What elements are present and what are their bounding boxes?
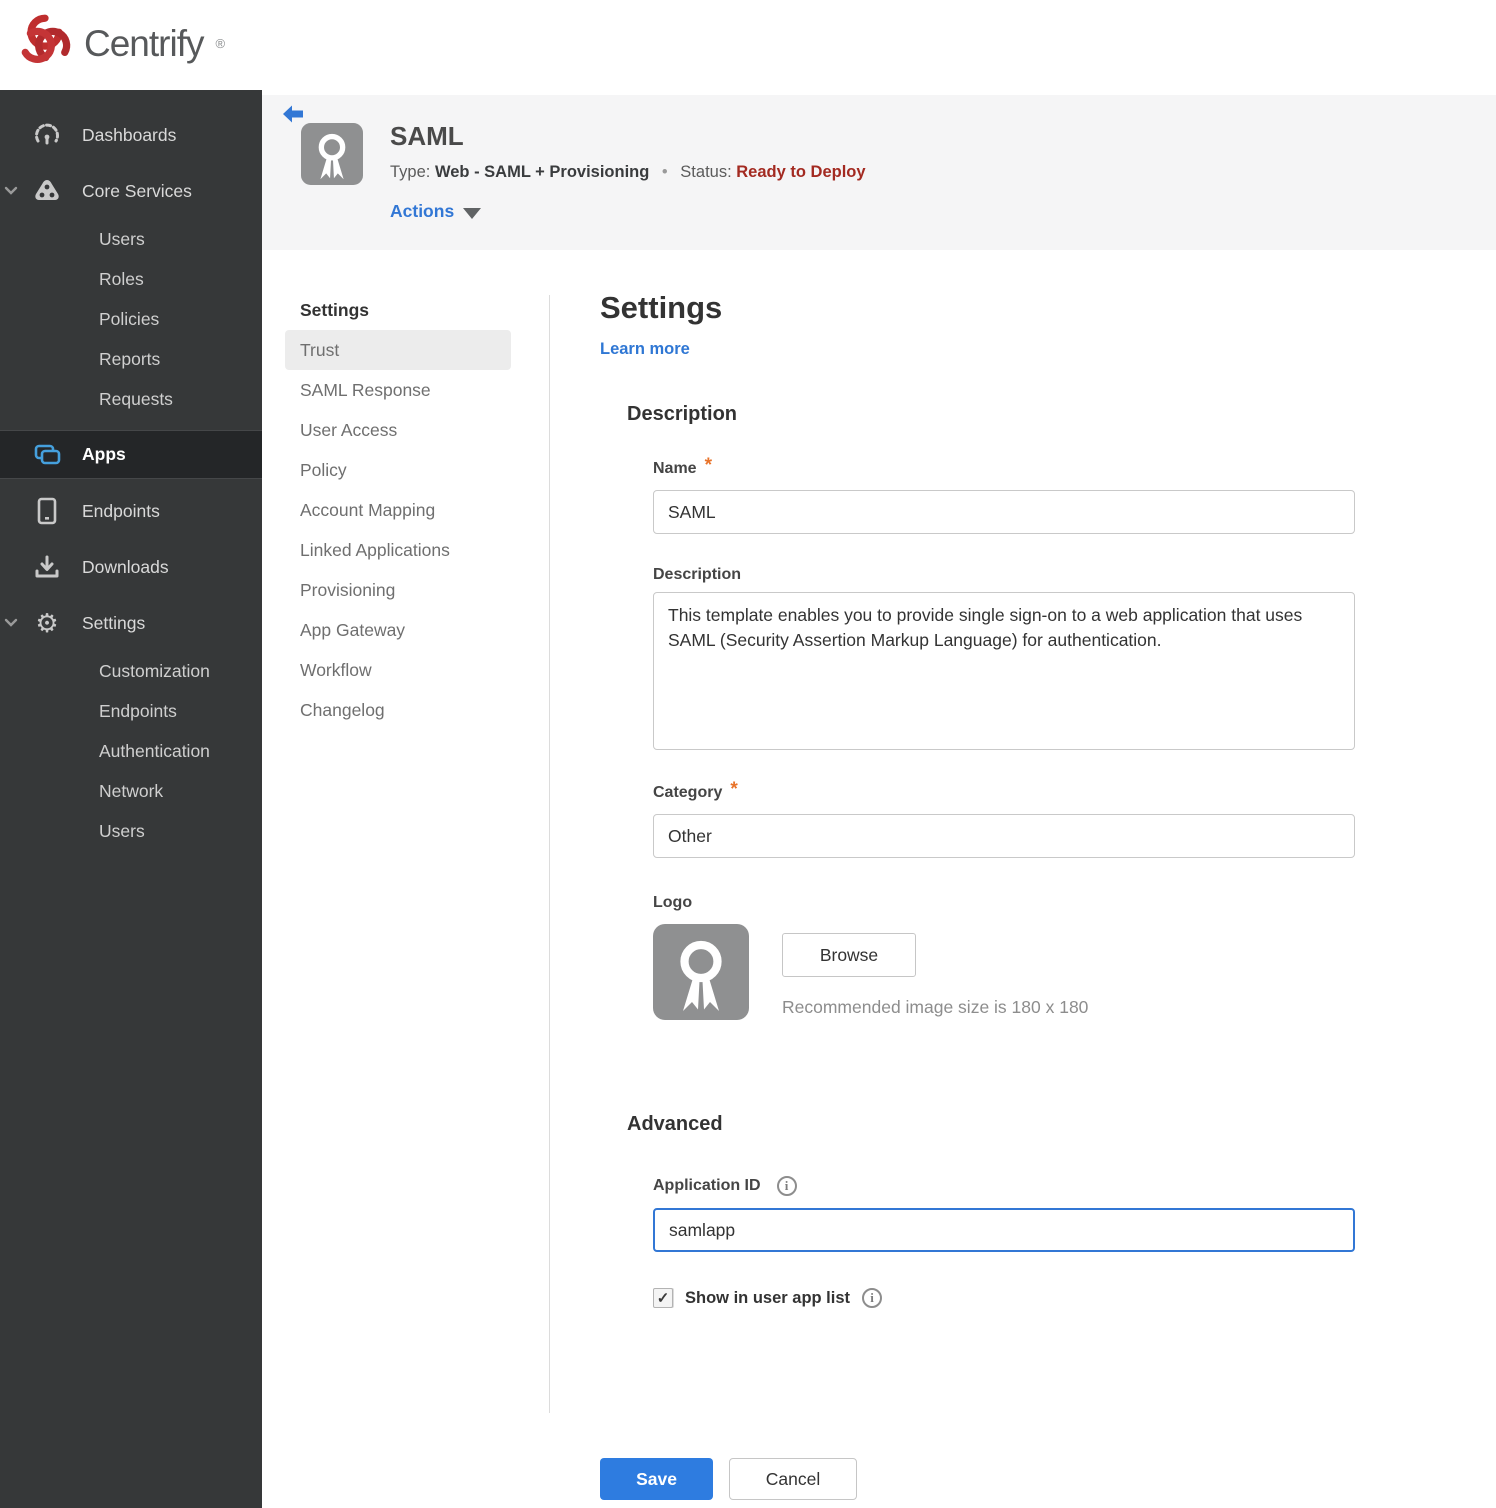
application-id-label: Application ID (653, 1177, 761, 1194)
actions-label: Actions (390, 201, 455, 221)
centrify-swirl-icon (16, 12, 74, 75)
centrify-logo[interactable]: Centrify ® (16, 12, 225, 75)
chevron-expanded-icon (4, 614, 18, 632)
type-value: Web - SAML + Provisioning (434, 163, 650, 181)
category-label: Category (653, 784, 723, 801)
apps-icon (32, 443, 62, 467)
subnav-item-provisioning[interactable]: Provisioning (285, 570, 511, 610)
subnav-item-saml-response[interactable]: SAML Response (285, 370, 511, 410)
cancel-button[interactable]: Cancel (729, 1458, 857, 1500)
subnav-item-user-access[interactable]: User Access (285, 410, 511, 450)
subnav-item-trust[interactable]: Trust (285, 330, 511, 370)
sidebar-item-apps[interactable]: Apps (0, 430, 262, 479)
app-badge-icon (301, 123, 363, 190)
brand-name: Centrify (84, 22, 204, 64)
page-title: Settings (600, 290, 723, 325)
settings-subnav: Settings Trust SAML Response User Access… (285, 290, 511, 730)
sidebar-item-requests[interactable]: Requests (0, 379, 262, 419)
subnav-item-app-gateway[interactable]: App Gateway (285, 610, 511, 650)
sidebar-item-label: Downloads (82, 556, 169, 577)
advanced-section-heading: Advanced (627, 1113, 723, 1135)
name-label: Name (653, 460, 697, 477)
logo-label: Logo (653, 894, 693, 911)
gauge-icon (32, 122, 62, 148)
centrify-admin-page: Centrify ® Dashboards Core Services User… (0, 0, 1496, 1508)
device-icon (32, 497, 62, 525)
sidebar-item-authentication[interactable]: Authentication (0, 731, 262, 771)
show-in-user-app-list-label: Show in user app list (685, 1288, 851, 1307)
learn-more-link[interactable]: Learn more (600, 340, 690, 359)
description-label: Description (653, 566, 742, 583)
subnav-item-policy[interactable]: Policy (285, 450, 511, 490)
browse-button[interactable]: Browse (782, 933, 916, 977)
sidebar-item-settings[interactable]: ⚙ Settings (0, 600, 262, 646)
sidebar-item-endpoints[interactable]: Endpoints (0, 488, 262, 534)
save-button[interactable]: Save (600, 1458, 713, 1500)
sidebar-item-settings-users[interactable]: Users (0, 811, 262, 851)
chevron-expanded-icon (4, 182, 18, 200)
application-id-field[interactable] (653, 1208, 1355, 1252)
info-icon[interactable]: i (776, 1176, 797, 1196)
subnav-item-account-mapping[interactable]: Account Mapping (285, 490, 511, 530)
recommended-size-text: Recommended image size is 180 x 180 (782, 997, 1089, 1017)
subnav-item-linked-applications[interactable]: Linked Applications (285, 530, 511, 570)
chevron-down-icon (463, 207, 482, 219)
sidebar: Dashboards Core Services Users Roles Pol… (0, 90, 262, 1508)
sidebar-item-label: Core Services (82, 180, 192, 201)
app-title: SAML (390, 121, 464, 151)
type-label: Type: (390, 163, 431, 181)
sidebar-item-label: Settings (82, 612, 146, 633)
download-icon (32, 554, 62, 580)
show-in-user-app-list-checkbox[interactable] (653, 1288, 673, 1308)
sidebar-item-label: Apps (82, 444, 126, 464)
sidebar-item-settings-endpoints[interactable]: Endpoints (0, 691, 262, 731)
category-field[interactable] (653, 814, 1355, 858)
actions-dropdown[interactable]: Actions (390, 201, 482, 222)
sidebar-item-core-services[interactable]: Core Services (0, 168, 262, 214)
sidebar-item-customization[interactable]: Customization (0, 651, 262, 691)
status-label: Status: (680, 163, 732, 181)
sidebar-item-dashboards[interactable]: Dashboards (0, 112, 262, 158)
app-meta: Type: Web - SAML + Provisioning • Status… (390, 163, 866, 182)
app-header: SAML Type: Web - SAML + Provisioning • S… (262, 95, 1496, 250)
gear-icon: ⚙ (35, 608, 59, 638)
name-field[interactable] (653, 490, 1355, 534)
sidebar-item-label: Dashboards (82, 124, 177, 145)
top-brand-bar: Centrify ® (0, 0, 1496, 90)
logo-preview-badge-icon (653, 924, 749, 1025)
status-value: Ready to Deploy (736, 163, 866, 181)
description-field[interactable]: This template enables you to provide sin… (653, 592, 1355, 750)
description-section-heading: Description (627, 403, 738, 425)
vertical-divider (549, 295, 550, 1413)
sidebar-item-roles[interactable]: Roles (0, 259, 262, 299)
sidebar-item-network[interactable]: Network (0, 771, 262, 811)
subnav-header: Settings (300, 299, 370, 320)
sidebar-item-downloads[interactable]: Downloads (0, 544, 262, 590)
core-services-icon (32, 178, 62, 204)
sidebar-item-policies[interactable]: Policies (0, 299, 262, 339)
sidebar-item-label: Endpoints (82, 500, 160, 521)
sidebar-item-users[interactable]: Users (0, 219, 262, 259)
subnav-item-changelog[interactable]: Changelog (285, 690, 511, 730)
info-icon[interactable]: i (862, 1288, 883, 1308)
meta-separator: • (661, 163, 668, 181)
required-marker: * (704, 455, 712, 476)
registered-mark: ® (215, 36, 226, 51)
subnav-item-workflow[interactable]: Workflow (285, 650, 511, 690)
sidebar-item-reports[interactable]: Reports (0, 339, 262, 379)
required-marker: * (730, 779, 738, 800)
settings-panel: Settings Learn more Description Name * D… (600, 290, 1380, 1500)
